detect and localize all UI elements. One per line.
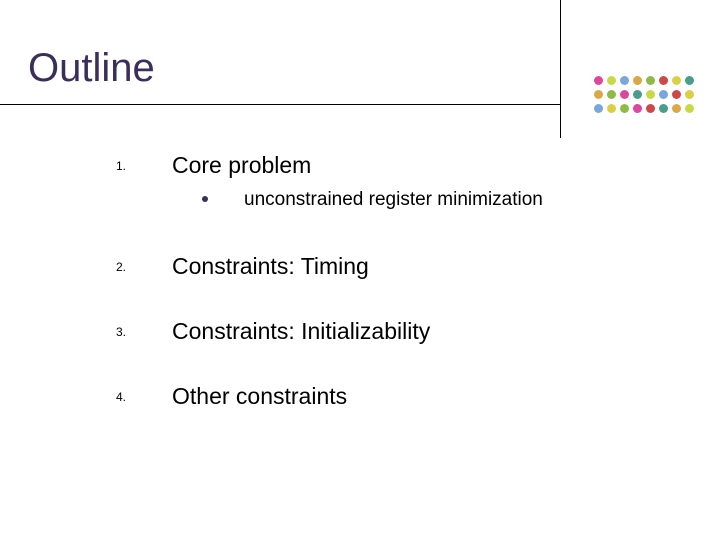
slide: Outline 1. Core problem unconstrained re… [0,0,720,540]
item-number: 1. [116,159,126,173]
item-number: 4. [116,390,126,404]
list-item: 4. Other constraints [116,383,636,410]
dot-icon [607,76,616,85]
dot-icon [685,104,694,113]
sub-item: unconstrained register minimization [202,189,636,211]
item-text: Constraints: Timing [172,253,636,280]
dot-icon [620,90,629,99]
decorative-dots [594,72,704,114]
dot-icon [646,104,655,113]
slide-title: Outline [28,46,155,91]
item-number: 3. [116,325,126,339]
dot-icon [607,90,616,99]
item-text: Other constraints [172,383,636,410]
dot-icon [685,90,694,99]
outline-list: 1. Core problem unconstrained register m… [116,152,636,448]
dot-icon [672,104,681,113]
list-item: 1. Core problem [116,152,636,179]
dot-icon [594,104,603,113]
dot-icon [620,76,629,85]
item-number: 2. [116,260,126,274]
list-item: 3. Constraints: Initializability [116,318,636,345]
dot-icon [659,90,668,99]
list-item: 2. Constraints: Timing [116,253,636,280]
dot-icon [594,76,603,85]
title-underline [0,104,560,105]
item-text: Constraints: Initializability [172,318,636,345]
bullet-icon [202,196,208,202]
dot-icon [633,104,642,113]
vertical-rule [560,0,561,138]
sub-item-text: unconstrained register minimization [244,189,636,211]
dot-icon [685,76,694,85]
dot-icon [607,104,616,113]
dot-icon [659,104,668,113]
dot-icon [672,76,681,85]
dot-icon [672,90,681,99]
dot-icon [646,90,655,99]
dot-icon [659,76,668,85]
dot-icon [633,76,642,85]
dot-icon [594,90,603,99]
dot-icon [633,90,642,99]
dot-icon [620,104,629,113]
dot-icon [646,76,655,85]
item-text: Core problem [172,152,636,179]
